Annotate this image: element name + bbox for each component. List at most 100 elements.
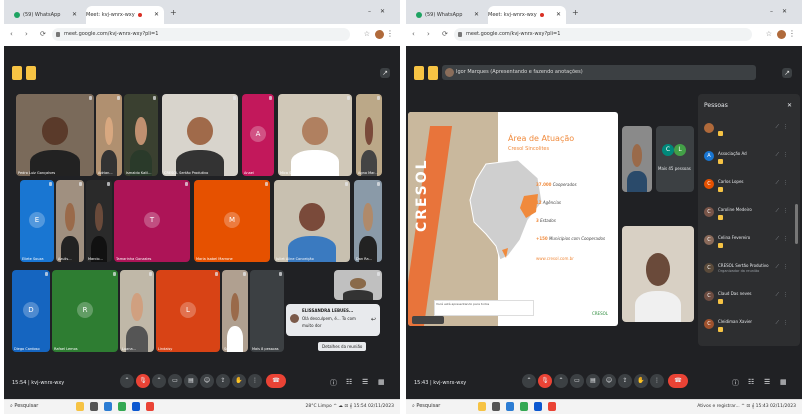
captions-button[interactable]: ▤ <box>586 374 600 388</box>
window-controls[interactable]: –✕ <box>770 8 796 15</box>
app-icon[interactable] <box>534 402 542 411</box>
participant-tile[interactable]: Agno Mar... <box>356 94 382 176</box>
expand-icon[interactable]: ↗ <box>380 68 390 78</box>
more-options-icon[interactable]: ⌃ <box>120 374 134 388</box>
expand-icon[interactable]: ↗ <box>782 68 792 78</box>
people-list-item[interactable]: A Associação Ad ⟋⋮ <box>702 146 796 168</box>
more-options-icon[interactable]: ⌃ <box>152 374 166 388</box>
browser-menu-icon[interactable]: ⋮ <box>788 29 796 38</box>
close-tab-icon[interactable]: ✕ <box>154 6 159 24</box>
chat-icon[interactable]: ☰ <box>362 378 368 386</box>
tab-meet[interactable]: Meet: kvj-wnrx-wxy ✕ <box>86 6 164 58</box>
leave-call-button[interactable]: ☎ <box>266 374 286 388</box>
people-icon[interactable]: ☷ <box>346 378 352 386</box>
new-tab-button[interactable]: + <box>572 8 579 17</box>
window-controls[interactable]: –✕ <box>368 8 394 15</box>
close-tab-icon[interactable]: ✕ <box>474 6 479 24</box>
people-list-item[interactable]: C Cleidiman Xavier ⟋⋮ <box>702 314 796 336</box>
participant-tile[interactable] <box>622 126 652 192</box>
participant-tile[interactable]: L Lindaisy <box>156 270 220 352</box>
new-tab-button[interactable]: + <box>170 8 177 17</box>
participant-tile[interactable]: D Diego Cardoso <box>12 270 50 352</box>
mic-and-menu-icon[interactable]: ⟋⋮ <box>775 320 792 326</box>
weather-icon[interactable] <box>76 402 84 411</box>
mic-and-menu-icon[interactable]: ⟋⋮ <box>775 180 792 186</box>
participant-tile[interactable]: A Anael <box>242 94 274 176</box>
chat-notification[interactable]: ELISSANDRA LEBUES... Olá desculpem, é...… <box>286 304 380 336</box>
participant-tile[interactable]: Adrian... <box>96 94 122 176</box>
raise-hand-button[interactable]: ✋ <box>232 374 246 388</box>
close-tab-icon[interactable]: ✕ <box>556 6 561 24</box>
people-icon[interactable]: ☷ <box>748 378 754 386</box>
mic-off-button[interactable]: 🎙 <box>538 374 552 388</box>
present-button[interactable]: ⇪ <box>618 374 632 388</box>
more-options-icon[interactable]: ⌃ <box>522 374 536 388</box>
mic-and-menu-icon[interactable]: ⟋⋮ <box>775 236 792 242</box>
people-list-item[interactable]: C Celina Fevereiro ⟋⋮ <box>702 230 796 252</box>
chat-icon[interactable]: ☰ <box>764 378 770 386</box>
people-list-item[interactable]: C CRESOL Sertão Produtivo Organizador da r… <box>702 258 796 280</box>
activities-icon[interactable]: ▦ <box>378 378 385 386</box>
present-button[interactable]: ⇪ <box>216 374 230 388</box>
system-tray[interactable]: 28°C Limpo ^ ☁ ⊡ 𝄞 15:54 02/11/2023 <box>306 403 395 409</box>
nav-buttons[interactable]: ‹ › ⟳ <box>10 30 51 38</box>
more-options-button[interactable]: ⋮ <box>248 374 262 388</box>
mic-and-menu-icon[interactable]: ⟋⋮ <box>775 292 792 298</box>
participant-tile[interactable]: Dan Ra... <box>354 180 382 262</box>
mic-and-menu-icon[interactable]: ⟋⋮ <box>775 124 792 130</box>
participant-tile[interactable]: Sonia E... <box>222 270 248 352</box>
close-tab-icon[interactable]: ✕ <box>72 6 77 24</box>
participant-tile[interactable]: T Tamarinha Gonzales <box>114 180 190 262</box>
mic-and-menu-icon[interactable]: ⟋⋮ <box>775 208 792 214</box>
participant-tile[interactable]: Juliet Aline Conceição <box>274 180 350 262</box>
emoji-button[interactable]: ☺ <box>200 374 214 388</box>
explorer-icon[interactable] <box>104 402 112 411</box>
participant-tile[interactable]: Mais 8 pessoas <box>250 270 284 352</box>
taskbar-search[interactable]: ⌕ Pesquisar <box>412 403 440 409</box>
camera-button[interactable]: ▭ <box>570 374 584 388</box>
activities-icon[interactable]: ▦ <box>780 378 787 386</box>
more-people-tile[interactable]: C L Mais 45 pessoas <box>656 126 694 192</box>
weather-icon[interactable] <box>478 402 486 411</box>
system-tray[interactable]: Ativos e registrar... ^ ⊡ 𝄞 15:43 02/11/… <box>697 403 796 409</box>
taskview-icon[interactable] <box>492 402 500 411</box>
participant-tile[interactable]: Pedro Luiz Gonçalves <box>16 94 94 176</box>
explorer-icon[interactable] <box>506 402 514 411</box>
participant-tile[interactable] <box>334 270 382 300</box>
participant-tile[interactable]: M Maria Isabel Marrone <box>194 180 270 262</box>
bookmark-star-icon[interactable]: ☆ <box>766 30 772 38</box>
participant-tile[interactable]: Ismaldo Kalil... <box>124 94 158 176</box>
raise-hand-button[interactable]: ✋ <box>634 374 648 388</box>
profile-avatar[interactable] <box>777 30 786 39</box>
participant-tile[interactable]: CRESOL Sertão Produtivo <box>162 94 238 176</box>
info-icon[interactable]: ⓘ <box>732 378 739 388</box>
chrome-icon[interactable] <box>520 402 528 411</box>
more-options-button[interactable]: ⋮ <box>650 374 664 388</box>
url-input[interactable]: meet.google.com/kvj-wnrx-wxy?pli=1 <box>454 28 752 41</box>
scrollbar[interactable] <box>795 204 798 244</box>
participant-tile[interactable]: E Eliete Souza <box>20 180 54 262</box>
info-icon[interactable]: ⓘ <box>330 378 337 388</box>
app-icon[interactable] <box>548 402 556 411</box>
mic-off-button[interactable]: 🎙 <box>136 374 150 388</box>
activity-icon[interactable] <box>414 66 424 80</box>
presenting-notice[interactable]: Você está apresentando para todos <box>434 300 534 316</box>
participant-tile[interactable] <box>622 226 694 322</box>
activity-icon[interactable] <box>12 66 22 80</box>
tab-whatsapp[interactable]: (59) WhatsApp ✕ <box>412 6 484 24</box>
tab-whatsapp[interactable]: (59) WhatsApp ✕ <box>10 6 82 24</box>
profile-avatar[interactable] <box>375 30 384 39</box>
bookmark-star-icon[interactable]: ☆ <box>364 30 370 38</box>
browser-menu-icon[interactable]: ⋮ <box>386 29 394 38</box>
activity-icon[interactable] <box>26 66 36 80</box>
participant-tile[interactable]: Marcio... <box>86 180 112 262</box>
participant-tile[interactable]: R Rafael Lemos <box>52 270 118 352</box>
people-list-item[interactable]: C Caroline Medeiro ⟋⋮ <box>702 202 796 224</box>
tab-meet[interactable]: Meet: kvj-wnrx-wxy ✕ <box>488 6 566 58</box>
captions-button[interactable]: ▤ <box>184 374 198 388</box>
people-list-item[interactable]: ⟋⋮ <box>702 118 796 140</box>
participant-tile[interactable]: Azulis... <box>56 180 84 262</box>
slide-control[interactable] <box>412 316 444 324</box>
taskbar-search[interactable]: ⌕ Pesquisar <box>10 403 38 409</box>
mic-and-menu-icon[interactable]: ⟋⋮ <box>775 152 792 158</box>
